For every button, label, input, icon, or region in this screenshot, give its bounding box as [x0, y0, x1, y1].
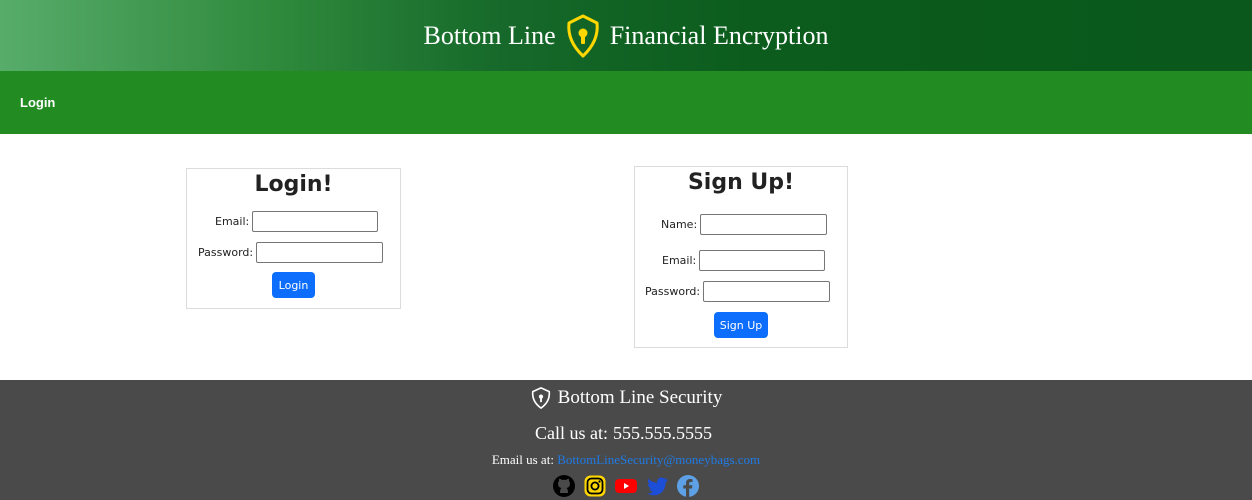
github-icon[interactable] [552, 474, 576, 498]
signup-button[interactable]: Sign Up [714, 312, 768, 338]
signup-password-input[interactable] [703, 281, 831, 302]
youtube-icon[interactable] [614, 474, 638, 498]
login-password-input[interactable] [256, 242, 384, 263]
signup-card: Sign Up! Name: Email: Password: Sign Up [634, 166, 848, 348]
shield-icon [531, 387, 550, 409]
signup-email-input[interactable] [699, 250, 826, 271]
keyhole-shield-icon [566, 14, 599, 57]
signup-name-row: Name: [661, 214, 828, 235]
navbar: Login [0, 71, 1252, 134]
signup-title: Sign Up! [687, 170, 795, 195]
signup-name-label: Name: [661, 218, 698, 231]
footer-phone-prefix: Call us at: [535, 423, 608, 443]
banner-title-right: Financial Encryption [609, 20, 829, 50]
login-password-row: Password: [198, 242, 384, 263]
footer-email: Email us at: BottomLineSecurity@moneybag… [0, 452, 1252, 468]
instagram-icon[interactable] [583, 474, 607, 498]
footer-phone-number: 555.555.5555 [613, 423, 712, 443]
login-password-label: Password: [198, 246, 254, 259]
footer-brand: Bottom Line Security [0, 386, 1252, 410]
footer-email-link[interactable]: BottomLineSecurity@moneybags.com [557, 452, 760, 467]
footer-brand-text: Bottom Line Security [557, 387, 723, 408]
signup-name-input[interactable] [700, 214, 828, 235]
footer: Bottom Line Security Call us at: 555.555.… [0, 380, 1252, 500]
twitter-icon[interactable] [645, 474, 669, 498]
nav-login-link[interactable]: Login [20, 95, 55, 110]
footer-email-prefix: Email us at: [491, 452, 554, 467]
login-email-row: Email: [215, 211, 379, 232]
login-card: Login! Email: Password: Login [186, 168, 401, 309]
login-email-label: Email: [215, 215, 250, 228]
signup-email-row: Email: [662, 250, 826, 271]
login-button[interactable]: Login [272, 272, 315, 298]
footer-phone: Call us at: 555.555.5555 [0, 423, 1252, 444]
login-email-input[interactable] [252, 211, 379, 232]
signup-email-label: Email: [662, 254, 697, 267]
top-banner: Bottom Line Financial Encryption [0, 0, 1252, 71]
social-links [0, 474, 1252, 498]
signup-password-label: Password: [645, 285, 701, 298]
facebook-icon[interactable] [676, 474, 700, 498]
signup-password-row: Password: [645, 281, 831, 302]
banner-title: Bottom Line Financial Encryption [423, 13, 829, 59]
banner-title-left: Bottom Line [423, 20, 556, 50]
login-title: Login! [254, 172, 333, 197]
